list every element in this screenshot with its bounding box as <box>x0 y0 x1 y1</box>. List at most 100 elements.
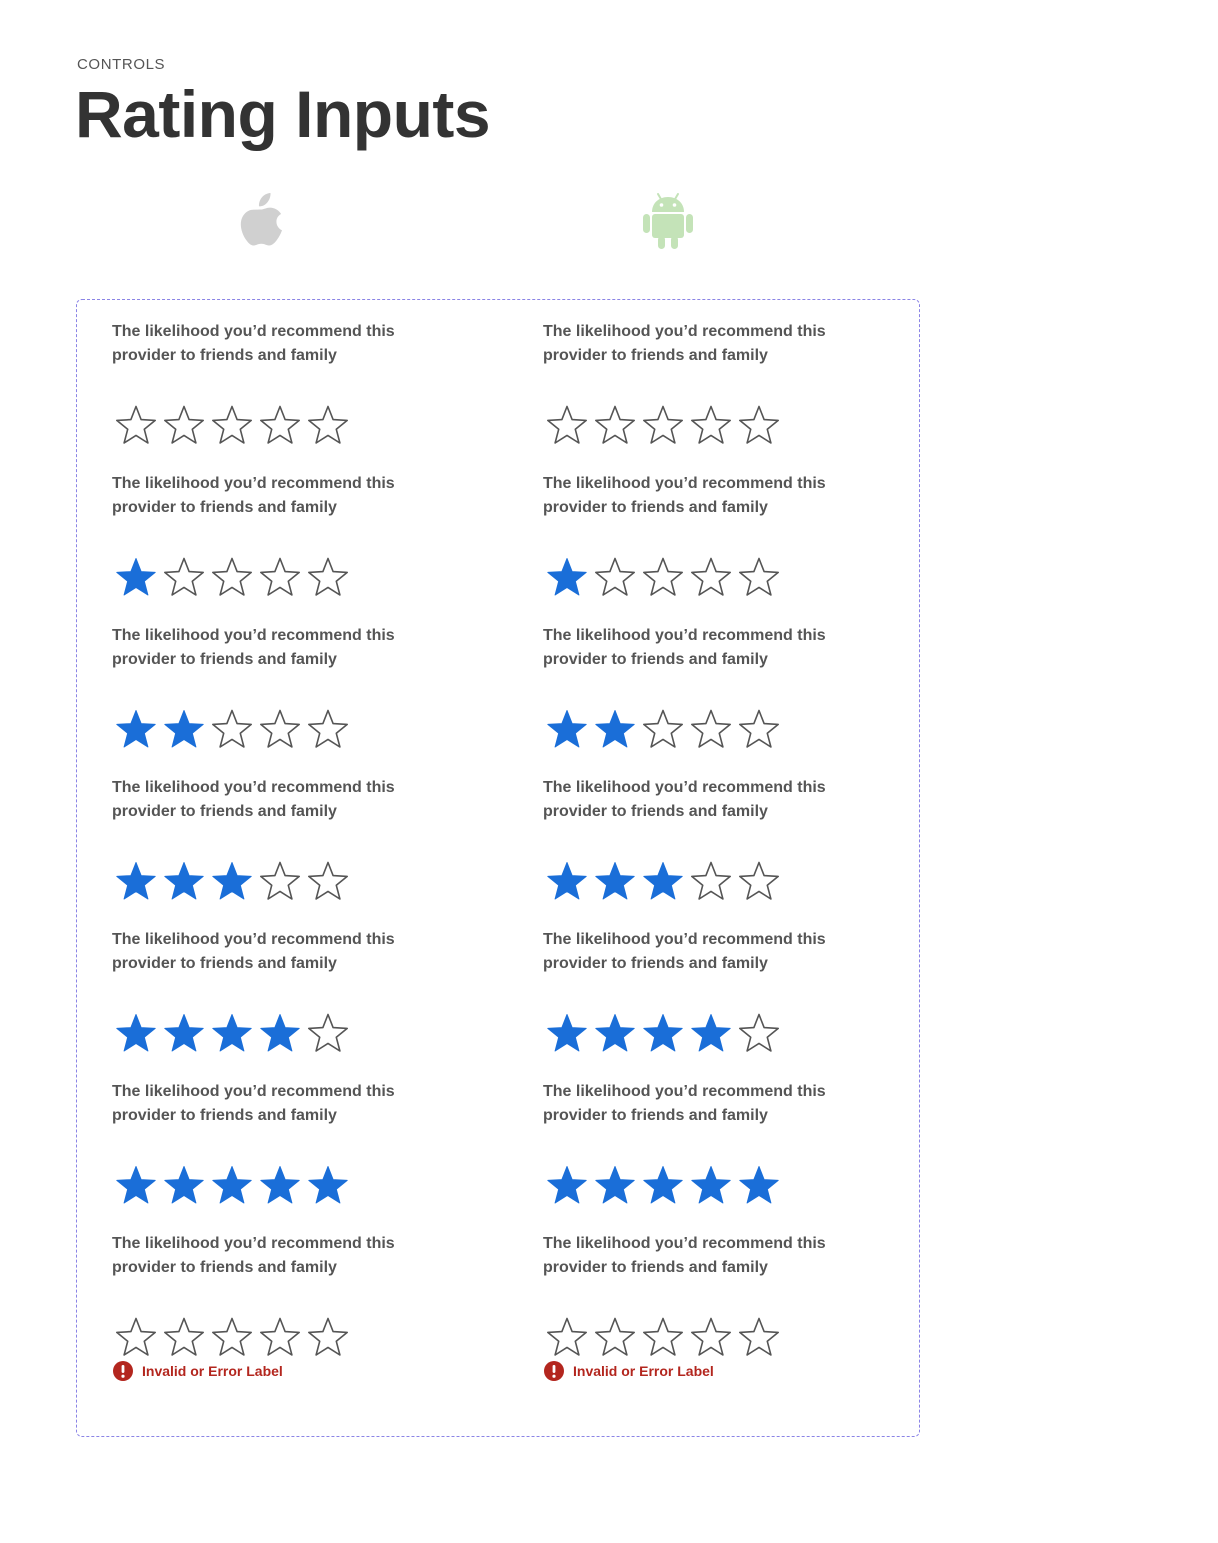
star-empty-icon[interactable] <box>208 1314 256 1362</box>
star-empty-icon[interactable] <box>687 706 735 754</box>
star-filled-icon[interactable] <box>208 1010 256 1058</box>
star-empty-icon[interactable] <box>304 1010 352 1058</box>
star-filled-icon[interactable] <box>160 1162 208 1210</box>
star-empty-icon[interactable] <box>735 858 783 906</box>
star-filled-icon[interactable] <box>687 1162 735 1210</box>
star-empty-icon[interactable] <box>687 402 735 450</box>
star-filled-icon[interactable] <box>160 1010 208 1058</box>
rating-label: The likelihood you’d recommend this prov… <box>112 323 395 364</box>
star-empty-icon[interactable] <box>687 1314 735 1362</box>
star-empty-icon[interactable] <box>160 554 208 602</box>
rating-input: The likelihood you’d recommend this prov… <box>543 472 883 596</box>
star-filled-icon[interactable] <box>735 1162 783 1210</box>
error-icon <box>543 1360 565 1382</box>
star-empty-icon[interactable] <box>735 402 783 450</box>
star-empty-icon[interactable] <box>112 1314 160 1362</box>
rating-input: The likelihood you’d recommend this prov… <box>112 1232 412 1381</box>
star-empty-icon[interactable] <box>256 858 304 906</box>
star-rating-control[interactable] <box>112 858 352 906</box>
rating-input: The likelihood you’d recommend this prov… <box>543 1080 883 1204</box>
star-empty-icon[interactable] <box>208 554 256 602</box>
star-filled-icon[interactable] <box>112 1162 160 1210</box>
star-filled-icon[interactable] <box>543 858 591 906</box>
star-rating-control[interactable] <box>543 858 783 906</box>
star-empty-icon[interactable] <box>304 858 352 906</box>
star-filled-icon[interactable] <box>543 706 591 754</box>
star-rating-control[interactable] <box>112 554 352 602</box>
star-filled-icon[interactable] <box>639 1162 687 1210</box>
star-empty-icon[interactable] <box>591 402 639 450</box>
star-rating-control[interactable] <box>543 706 783 754</box>
star-filled-icon[interactable] <box>543 1010 591 1058</box>
star-empty-icon[interactable] <box>543 1314 591 1362</box>
star-rating-control[interactable] <box>112 1314 352 1362</box>
star-rating-control[interactable] <box>112 706 352 754</box>
star-empty-icon[interactable] <box>160 1314 208 1362</box>
star-filled-icon[interactable] <box>112 554 160 602</box>
star-filled-icon[interactable] <box>591 706 639 754</box>
star-filled-icon[interactable] <box>112 1010 160 1058</box>
star-rating-control[interactable] <box>543 554 783 602</box>
star-rating-control[interactable] <box>543 1162 783 1210</box>
star-rating-control[interactable] <box>112 1162 352 1210</box>
star-rating-control[interactable] <box>112 1010 352 1058</box>
star-empty-icon[interactable] <box>256 706 304 754</box>
star-filled-icon[interactable] <box>160 858 208 906</box>
star-empty-icon[interactable] <box>687 554 735 602</box>
star-filled-icon[interactable] <box>256 1162 304 1210</box>
rating-label: The likelihood you’d recommend this prov… <box>543 627 826 668</box>
star-filled-icon[interactable] <box>112 706 160 754</box>
rating-input: The likelihood you’d recommend this prov… <box>543 928 883 1052</box>
star-filled-icon[interactable] <box>639 858 687 906</box>
star-rating-control[interactable] <box>543 1314 783 1362</box>
star-empty-icon[interactable] <box>304 402 352 450</box>
star-empty-icon[interactable] <box>639 402 687 450</box>
star-rating-control[interactable] <box>112 402 352 450</box>
star-filled-icon[interactable] <box>112 858 160 906</box>
star-empty-icon[interactable] <box>735 706 783 754</box>
star-filled-icon[interactable] <box>543 554 591 602</box>
star-empty-icon[interactable] <box>543 402 591 450</box>
star-empty-icon[interactable] <box>256 1314 304 1362</box>
star-empty-icon[interactable] <box>112 402 160 450</box>
star-empty-icon[interactable] <box>735 1314 783 1362</box>
star-filled-icon[interactable] <box>160 706 208 754</box>
error-label: Invalid or Error Label <box>573 1363 714 1379</box>
star-filled-icon[interactable] <box>591 1010 639 1058</box>
star-empty-icon[interactable] <box>639 554 687 602</box>
star-empty-icon[interactable] <box>591 1314 639 1362</box>
apple-logo-icon <box>236 190 286 250</box>
star-rating-control[interactable] <box>543 402 783 450</box>
star-filled-icon[interactable] <box>256 1010 304 1058</box>
star-filled-icon[interactable] <box>639 1010 687 1058</box>
star-filled-icon[interactable] <box>687 1010 735 1058</box>
star-rating-control[interactable] <box>543 1010 783 1058</box>
rating-label: The likelihood you’d recommend this prov… <box>112 931 395 972</box>
star-empty-icon[interactable] <box>208 706 256 754</box>
star-empty-icon[interactable] <box>256 402 304 450</box>
star-filled-icon[interactable] <box>543 1162 591 1210</box>
star-empty-icon[interactable] <box>591 554 639 602</box>
android-rating-column: The likelihood you’d recommend this prov… <box>543 300 883 1381</box>
star-filled-icon[interactable] <box>591 1162 639 1210</box>
star-empty-icon[interactable] <box>256 554 304 602</box>
star-empty-icon[interactable] <box>208 402 256 450</box>
star-empty-icon[interactable] <box>304 1314 352 1362</box>
star-filled-icon[interactable] <box>208 1162 256 1210</box>
star-filled-icon[interactable] <box>208 858 256 906</box>
star-empty-icon[interactable] <box>687 858 735 906</box>
rating-label: The likelihood you’d recommend this prov… <box>112 1235 395 1276</box>
star-empty-icon[interactable] <box>639 1314 687 1362</box>
rating-input: The likelihood you’d recommend this prov… <box>112 472 412 596</box>
star-empty-icon[interactable] <box>160 402 208 450</box>
rating-label: The likelihood you’d recommend this prov… <box>112 475 395 516</box>
star-empty-icon[interactable] <box>735 554 783 602</box>
star-filled-icon[interactable] <box>304 1162 352 1210</box>
star-empty-icon[interactable] <box>304 706 352 754</box>
star-empty-icon[interactable] <box>304 554 352 602</box>
star-empty-icon[interactable] <box>735 1010 783 1058</box>
error-message: Invalid or Error Label <box>112 1360 283 1382</box>
star-empty-icon[interactable] <box>639 706 687 754</box>
rating-input: The likelihood you’d recommend this prov… <box>112 1080 412 1204</box>
star-filled-icon[interactable] <box>591 858 639 906</box>
